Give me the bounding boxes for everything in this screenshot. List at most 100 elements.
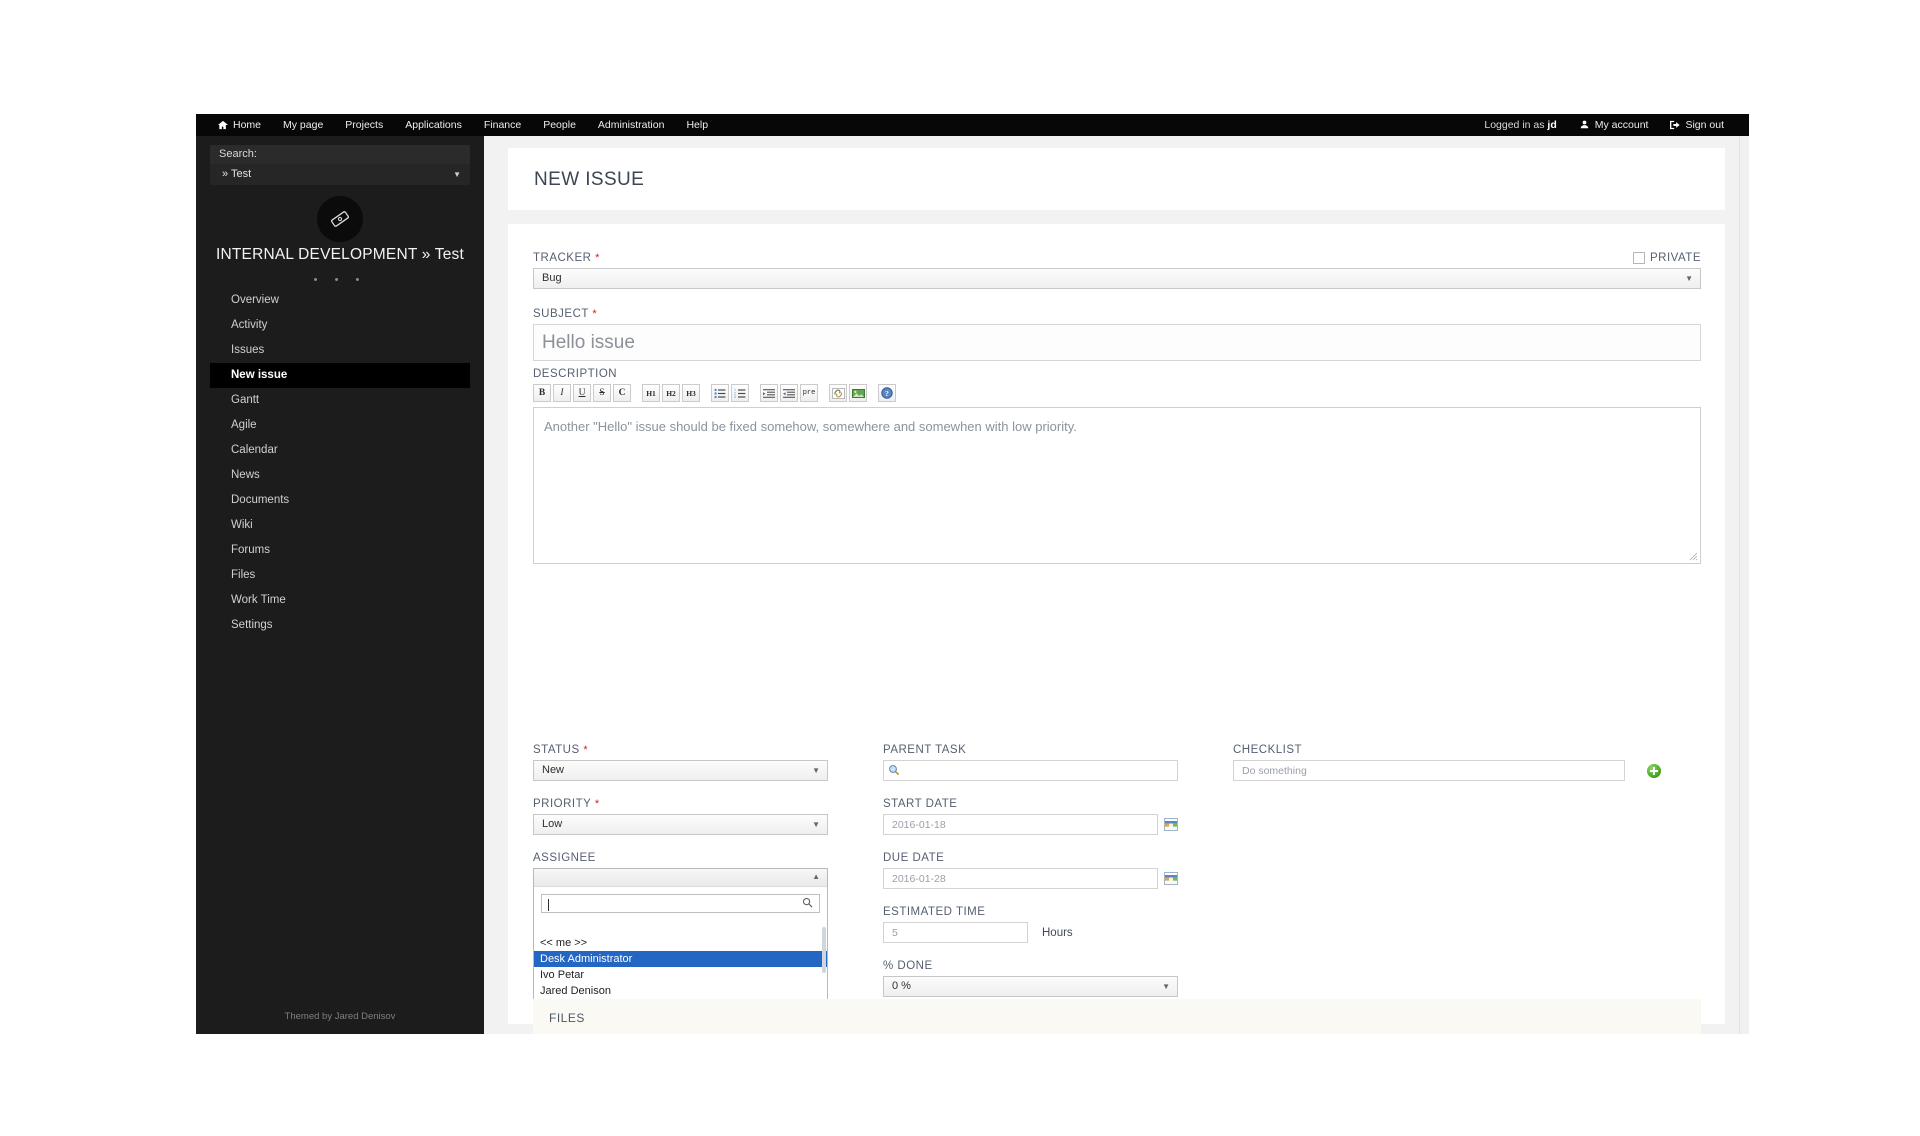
- sidebar-item-new-issue[interactable]: New issue: [210, 363, 470, 388]
- parent-task-input[interactable]: [883, 760, 1178, 781]
- resize-grip-icon[interactable]: [1689, 552, 1698, 561]
- sidebar-dots-decoration: • • •: [313, 274, 367, 286]
- assignee-dropdown-open[interactable]: ▲ << me >> Desk Administrator Ivo Petar …: [533, 868, 828, 1000]
- sidebar-item-label: Overview: [231, 294, 279, 306]
- sidebar-item-gantt[interactable]: Gantt: [210, 388, 470, 413]
- percent-done-field-group: % DONE 0 % ▼: [883, 960, 1178, 997]
- heading2-icon[interactable]: H2: [662, 384, 680, 402]
- home-icon: [218, 120, 228, 130]
- heading1-icon[interactable]: H1: [642, 384, 660, 402]
- sidebar-item-documents[interactable]: Documents: [210, 488, 470, 513]
- due-date-label: DUE DATE: [883, 852, 945, 864]
- private-checkbox[interactable]: [1633, 252, 1645, 264]
- ordered-list-icon[interactable]: 123: [731, 384, 749, 402]
- top-nav-finance[interactable]: Finance: [473, 114, 532, 136]
- image-icon[interactable]: [849, 384, 867, 402]
- percent-done-select[interactable]: 0 % ▼: [883, 976, 1178, 997]
- start-date-input[interactable]: [883, 814, 1158, 835]
- sign-out-link[interactable]: Sign out: [1659, 114, 1735, 136]
- search-icon: [802, 897, 813, 908]
- underline-label: U: [578, 388, 586, 398]
- private-checkbox-group[interactable]: PRIVATE: [1633, 252, 1701, 264]
- priority-select-value: Low: [542, 818, 563, 830]
- assignee-field-group: ASSIGNEE ▲ << me >> Desk Administrator I…: [533, 852, 828, 1000]
- assignee-option-desk-administrator[interactable]: Desk Administrator: [534, 950, 827, 967]
- top-navigation-bar: Home My page Projects Applications Finan…: [196, 114, 1749, 136]
- checklist-input[interactable]: [1233, 760, 1625, 781]
- required-marker: *: [592, 308, 598, 320]
- assignee-option-ivo-petar[interactable]: Ivo Petar: [534, 967, 827, 983]
- sidebar-item-calendar[interactable]: Calendar: [210, 438, 470, 463]
- my-account-link[interactable]: My account: [1569, 114, 1660, 136]
- sidebar-item-news[interactable]: News: [210, 463, 470, 488]
- description-textarea[interactable]: Another "Hello" issue should be fixed so…: [533, 407, 1701, 564]
- top-nav-people[interactable]: People: [532, 114, 587, 136]
- status-label: STATUS *: [533, 744, 828, 756]
- assignee-label: ASSIGNEE: [533, 852, 596, 864]
- form-column-right: CHECKLIST: [1233, 744, 1683, 798]
- percent-done-value: 0 %: [892, 980, 911, 992]
- sidebar-item-wiki[interactable]: Wiki: [210, 513, 470, 538]
- strikethrough-icon[interactable]: S: [593, 384, 611, 402]
- sidebar-item-issues[interactable]: Issues: [210, 338, 470, 363]
- sidebar-item-agile[interactable]: Agile: [210, 413, 470, 438]
- heading3-icon[interactable]: H3: [682, 384, 700, 402]
- sidebar-item-label: Agile: [231, 419, 257, 431]
- start-date-row: [883, 814, 1178, 835]
- user-icon: [1580, 120, 1590, 130]
- sidebar-item-settings[interactable]: Settings: [210, 613, 470, 638]
- due-date-field-group: DUE DATE: [883, 852, 1178, 889]
- status-select[interactable]: New ▼: [533, 760, 828, 781]
- priority-label: PRIORITY *: [533, 798, 828, 810]
- sidebar-item-files[interactable]: Files: [210, 563, 470, 588]
- sidebar-item-overview[interactable]: Overview: [210, 288, 470, 313]
- private-label: PRIVATE: [1650, 252, 1701, 264]
- add-checklist-item-icon[interactable]: [1647, 763, 1661, 778]
- unordered-list-icon[interactable]: [711, 384, 729, 402]
- top-nav-applications[interactable]: Applications: [394, 114, 473, 136]
- top-nav-help[interactable]: Help: [675, 114, 719, 136]
- assignee-search-wrap: [534, 887, 827, 973]
- bold-icon[interactable]: B: [533, 384, 551, 402]
- chevron-down-icon: ▼: [453, 170, 461, 179]
- assignee-option-jared-denison[interactable]: Jared Denison: [534, 983, 827, 999]
- italic-icon[interactable]: I: [553, 384, 571, 402]
- required-marker: *: [594, 798, 600, 810]
- top-nav-my-page[interactable]: My page: [272, 114, 334, 136]
- quote-icon[interactable]: [760, 384, 778, 402]
- subject-field-group: SUBJECT *: [533, 308, 1701, 361]
- top-nav-home[interactable]: Home: [214, 114, 272, 136]
- estimated-time-unit: Hours: [1042, 926, 1073, 939]
- underline-icon[interactable]: U: [573, 384, 591, 402]
- logged-in-prefix: Logged in as: [1484, 119, 1548, 131]
- priority-select[interactable]: Low ▼: [533, 814, 828, 835]
- checklist-label: CHECKLIST: [1233, 744, 1303, 756]
- calendar-icon[interactable]: [1164, 818, 1178, 831]
- project-selector[interactable]: » Test ▼: [210, 164, 470, 185]
- due-date-input[interactable]: [883, 868, 1158, 889]
- assignee-option-me[interactable]: << me >>: [534, 935, 827, 951]
- unquote-icon[interactable]: [780, 384, 798, 402]
- link-icon[interactable]: [829, 384, 847, 402]
- estimated-time-input[interactable]: [883, 922, 1028, 943]
- code-icon[interactable]: C: [613, 384, 631, 402]
- top-nav-administration[interactable]: Administration: [587, 114, 676, 136]
- description-field-group: DESCRIPTION B I U S C H1 H2 H3 1 2 3 pre…: [533, 368, 1701, 564]
- top-nav-projects[interactable]: Projects: [334, 114, 394, 136]
- top-nav-finance-label: Finance: [483, 119, 522, 131]
- content-scrollbar[interactable]: [1739, 136, 1749, 1034]
- tracker-field-group: TRACKER * PRIVATE Bug ▼: [533, 252, 1701, 289]
- sidebar-item-work-time[interactable]: Work Time: [210, 588, 470, 613]
- subject-input[interactable]: [533, 324, 1701, 361]
- assignee-scrollbar[interactable]: [822, 927, 826, 973]
- sidebar-item-activity[interactable]: Activity: [210, 313, 470, 338]
- start-date-label: START DATE: [883, 798, 958, 810]
- calendar-icon[interactable]: [1164, 872, 1178, 885]
- preformatted-icon[interactable]: pre: [800, 384, 818, 402]
- sidebar-item-forums[interactable]: Forums: [210, 538, 470, 563]
- help-icon[interactable]: ?: [878, 384, 896, 402]
- assignee-search-input[interactable]: [541, 893, 820, 913]
- issue-form-panel: TRACKER * PRIVATE Bug ▼ SUBJECT * Hello …: [508, 224, 1725, 1034]
- assignee-dropdown-header[interactable]: ▲: [534, 869, 827, 887]
- tracker-select[interactable]: Bug ▼: [533, 268, 1701, 289]
